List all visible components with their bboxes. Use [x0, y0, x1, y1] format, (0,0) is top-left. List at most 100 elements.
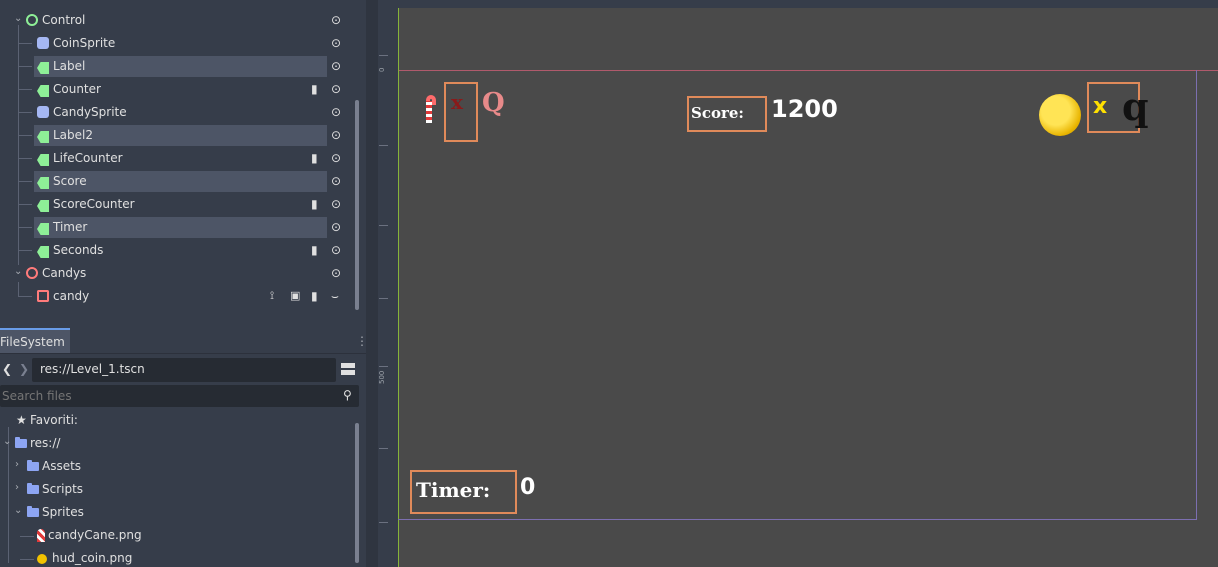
fs-item-label: Scripts — [42, 482, 84, 496]
tab-label: FileSystem — [0, 335, 65, 349]
back-arrow-icon[interactable]: ❮ — [2, 362, 12, 376]
tree-item-label: Timer — [53, 220, 88, 234]
tree-item-label: CoinSprite — [53, 36, 116, 50]
filesystem-panel: FileSystem ⋮ ❮ ❯ res://Level_1.tscn ⚲ ★ … — [0, 328, 368, 567]
search-input[interactable] — [0, 387, 320, 405]
fs-item-label: candyCane.png — [48, 528, 142, 542]
score-label-box[interactable]: Score: — [687, 96, 767, 132]
life-counter-text: Q — [482, 88, 505, 118]
fs-item-label: hud_coin.png — [52, 551, 133, 565]
tree-item-label: Label — [53, 59, 86, 73]
label-node-box[interactable]: x — [444, 82, 478, 142]
fs-item-assets[interactable]: › Assets — [0, 456, 352, 478]
label-node-icon — [37, 154, 49, 166]
script-icon[interactable]: ▮ — [311, 82, 318, 96]
path-field[interactable]: res://Level_1.tscn — [32, 358, 336, 382]
chevron-down-icon[interactable]: ⌄ — [3, 436, 11, 447]
fs-item-favorites[interactable]: ★ Favoriti: — [0, 410, 352, 432]
forward-arrow-icon[interactable]: ❯ — [19, 362, 29, 376]
fs-item-scripts[interactable]: › Scripts — [0, 479, 352, 501]
fs-item-sprites[interactable]: ⌄ Sprites — [0, 502, 352, 524]
folder-icon — [27, 506, 39, 517]
timer-label-box[interactable]: Timer: — [410, 470, 517, 514]
tree-item-counter[interactable]: Counter ▮ ⊙ — [0, 78, 352, 101]
tree-item-seconds[interactable]: Seconds ▮ ⊙ — [0, 239, 352, 262]
chevron-right-icon[interactable]: › — [15, 482, 19, 493]
path-text: res://Level_1.tscn — [40, 362, 145, 376]
tree-item-label-node[interactable]: Label ⊙ — [0, 55, 352, 78]
signal-icon[interactable]: ⟟ — [270, 289, 274, 303]
viewport-frame — [398, 70, 1197, 520]
visibility-closed-icon[interactable]: ⌣ — [331, 289, 339, 304]
area2d-node-icon — [37, 290, 49, 302]
fs-item-candycane[interactable]: candyCane.png — [0, 525, 352, 547]
chevron-down-icon[interactable]: ⌄ — [14, 266, 22, 277]
score-label-text: Score: — [691, 104, 744, 122]
tree-item-candysprite[interactable]: CandySprite ⊙ — [0, 101, 352, 124]
script-icon[interactable]: ▮ — [311, 289, 318, 303]
tree-item-label2[interactable]: Label2 ⊙ — [0, 124, 352, 147]
script-icon[interactable]: ▮ — [311, 197, 318, 211]
canvas-viewport[interactable]: 1 x Q Score: 1200 x q Timer: 0 — [398, 8, 1218, 567]
label-node-icon — [37, 246, 49, 258]
scene-tree-scrollbar[interactable] — [355, 100, 359, 310]
coin-icon — [37, 554, 47, 564]
tree-item-timer[interactable]: Timer ⊙ — [0, 216, 352, 239]
tree-item-scorecounter[interactable]: ScoreCounter ▮ ⊙ — [0, 193, 352, 216]
tree-item-label: Score — [53, 174, 87, 188]
visibility-eye-icon[interactable]: ⊙ — [331, 266, 341, 280]
visibility-eye-icon[interactable]: ⊙ — [331, 59, 341, 73]
tree-item-label: Counter — [53, 82, 101, 96]
folder-icon — [27, 483, 39, 494]
left-ruler: 0 500 — [366, 0, 398, 567]
search-icon: ⚲ — [343, 388, 352, 402]
visibility-eye-icon[interactable]: ⊙ — [331, 82, 341, 96]
group-icon[interactable]: ▣ — [290, 289, 300, 302]
script-icon[interactable]: ▮ — [311, 151, 318, 165]
ruler-label: 0 — [378, 67, 386, 72]
sprite-node-icon — [37, 37, 49, 49]
tab-filesystem[interactable]: FileSystem — [0, 328, 70, 353]
tree-item-candy[interactable]: candy ⟟ ▣ ▮ ⌣ — [0, 285, 352, 308]
visibility-eye-icon[interactable]: ⊙ — [331, 105, 341, 119]
control-node-icon — [26, 14, 38, 26]
visibility-eye-icon[interactable]: ⊙ — [331, 220, 341, 234]
visibility-eye-icon[interactable]: ⊙ — [331, 36, 341, 50]
visibility-eye-icon[interactable]: ⊙ — [331, 151, 341, 165]
timer-label-text: Timer: — [416, 478, 491, 502]
coin-sprite[interactable] — [1039, 94, 1081, 136]
tree-item-label: ScoreCounter — [53, 197, 135, 211]
fs-item-res[interactable]: ⌄ res:// — [0, 433, 352, 455]
visibility-eye-icon[interactable]: ⊙ — [331, 174, 341, 188]
tree-item-score[interactable]: Score ⊙ — [0, 170, 352, 193]
fs-item-label: Favoriti: — [30, 413, 78, 427]
chevron-right-icon[interactable]: › — [15, 459, 19, 470]
tree-item-candys[interactable]: ⌄ Candys ⊙ — [0, 262, 352, 285]
fs-item-hudcoin[interactable]: hud_coin.png — [0, 548, 352, 567]
fs-item-label: Assets — [42, 459, 82, 473]
filesystem-scrollbar[interactable] — [355, 423, 359, 563]
left-dock: ⌄ Control ⊙ CoinSprite ⊙ Label ⊙ Counter… — [0, 0, 368, 567]
tree-item-label: Candys — [42, 266, 87, 280]
star-icon: ★ — [16, 413, 27, 427]
chevron-down-icon[interactable]: ⌄ — [14, 13, 22, 24]
tree-item-lifecounter[interactable]: LifeCounter ▮ ⊙ — [0, 147, 352, 170]
tree-item-label: Control — [42, 13, 86, 27]
visibility-eye-icon[interactable]: ⊙ — [331, 128, 341, 142]
tree-item-label: Seconds — [53, 243, 104, 257]
visibility-eye-icon[interactable]: ⊙ — [331, 243, 341, 257]
label-node-icon — [37, 85, 49, 97]
tree-item-control[interactable]: ⌄ Control ⊙ — [0, 9, 352, 32]
tree-item-label: Label2 — [53, 128, 94, 142]
candy-cane-icon — [37, 529, 45, 542]
visibility-eye-icon[interactable]: ⊙ — [331, 13, 341, 27]
visibility-eye-icon[interactable]: ⊙ — [331, 197, 341, 211]
chevron-down-icon[interactable]: ⌄ — [14, 505, 22, 516]
folder-icon — [15, 437, 27, 448]
script-icon[interactable]: ▮ — [311, 243, 318, 257]
coin-x-text: x — [1093, 94, 1108, 119]
split-view-icon[interactable] — [341, 362, 355, 376]
tree-item-label: candy — [53, 289, 90, 303]
tree-item-coinsprite[interactable]: CoinSprite ⊙ — [0, 32, 352, 55]
sprite-node-icon — [37, 106, 49, 118]
